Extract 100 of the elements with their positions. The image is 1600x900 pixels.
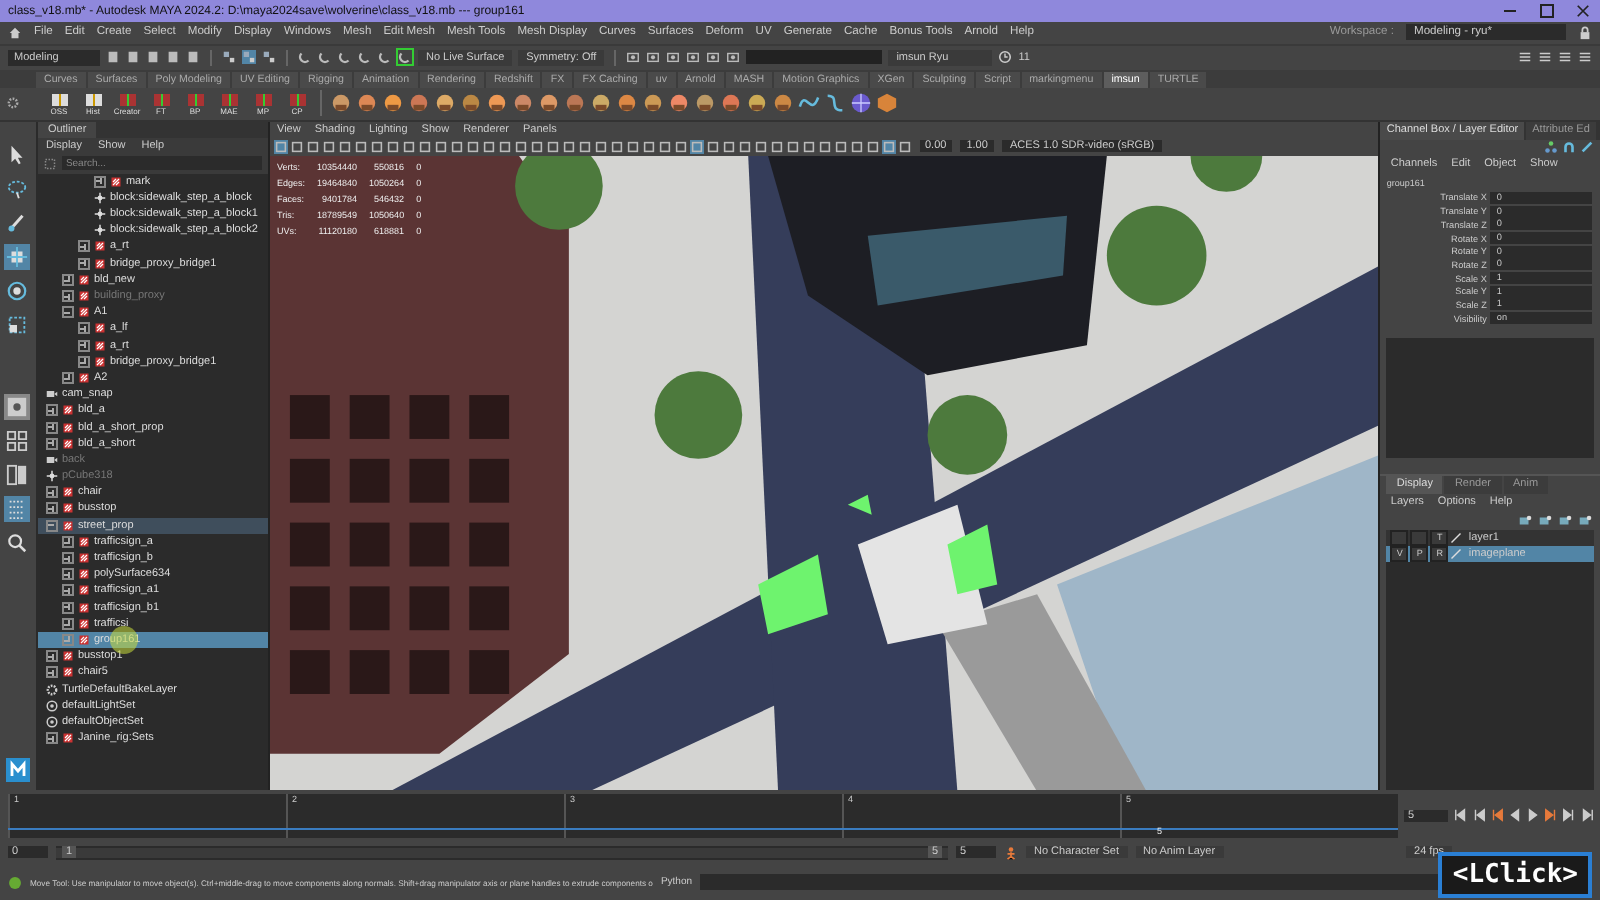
expand-icon[interactable] bbox=[45, 732, 58, 745]
character-icon[interactable] bbox=[1004, 845, 1018, 860]
render-icon[interactable] bbox=[666, 50, 681, 65]
transform-icon bbox=[61, 732, 74, 745]
transform-icon bbox=[61, 519, 74, 532]
selection-mask-icon[interactable] bbox=[222, 50, 236, 65]
lock-icon[interactable] bbox=[1578, 25, 1592, 40]
settings-icon[interactable] bbox=[6, 96, 20, 111]
lasso-tool-icon[interactable] bbox=[4, 175, 31, 202]
mesh-tool-icon[interactable] bbox=[694, 92, 716, 115]
pencil-icon[interactable] bbox=[1580, 140, 1594, 155]
transform-icon bbox=[77, 568, 90, 581]
render-icon[interactable] bbox=[646, 50, 661, 65]
playback-control-icon[interactable] bbox=[1490, 808, 1504, 823]
mesh-tool-icon[interactable] bbox=[512, 92, 534, 115]
transform-icon bbox=[109, 175, 122, 188]
mesh-tool-icon[interactable] bbox=[356, 92, 378, 115]
scale-tool-icon[interactable] bbox=[4, 311, 31, 338]
mesh-tool-icon[interactable] bbox=[460, 92, 482, 115]
sphere-icon[interactable] bbox=[850, 92, 872, 115]
mesh-tool-icon[interactable] bbox=[382, 92, 404, 115]
mesh-tool-icon[interactable] bbox=[564, 92, 586, 115]
collapse-icon[interactable] bbox=[61, 306, 74, 319]
expand-icon[interactable] bbox=[61, 552, 74, 565]
panel-toggle-icon[interactable] bbox=[1578, 50, 1592, 65]
outliner-layout-icon[interactable] bbox=[4, 495, 31, 522]
transform-icon bbox=[77, 601, 90, 614]
search-icon[interactable] bbox=[4, 529, 31, 556]
cube-icon[interactable] bbox=[876, 92, 898, 115]
mesh-tool-icon[interactable] bbox=[486, 92, 508, 115]
transform-icon bbox=[61, 666, 74, 679]
maya-logo-icon[interactable] bbox=[5, 758, 30, 783]
render-icon[interactable] bbox=[626, 50, 641, 65]
layer-tool-icon[interactable] bbox=[1518, 513, 1532, 528]
expand-icon[interactable] bbox=[45, 666, 58, 679]
panel-toggle-icon[interactable] bbox=[1558, 50, 1572, 65]
locator-icon bbox=[93, 191, 106, 204]
move-tool-icon[interactable] bbox=[4, 243, 31, 270]
expand-icon[interactable] bbox=[61, 535, 74, 548]
render-icon[interactable] bbox=[726, 50, 741, 65]
transform-icon bbox=[61, 650, 74, 663]
layer-tool-icon[interactable] bbox=[1558, 513, 1572, 528]
expand-icon[interactable] bbox=[45, 421, 58, 434]
panel-toggle-icon[interactable] bbox=[1538, 50, 1552, 65]
mesh-tool-icon[interactable] bbox=[668, 92, 690, 115]
layer-tool-icon[interactable] bbox=[1578, 513, 1592, 528]
expand-icon[interactable] bbox=[45, 502, 58, 515]
four-pane-layout-icon[interactable] bbox=[4, 427, 31, 454]
playback-control-icon[interactable] bbox=[1580, 808, 1594, 823]
mesh-tool-icon[interactable] bbox=[616, 92, 638, 115]
mesh-tool-icon[interactable] bbox=[590, 92, 612, 115]
hierarchy-icon[interactable] bbox=[1544, 140, 1558, 155]
playback-control-icon[interactable] bbox=[1562, 808, 1576, 823]
mesh-tool-icon[interactable] bbox=[772, 92, 794, 115]
render-icon[interactable] bbox=[706, 50, 721, 65]
mesh-tool-icon[interactable] bbox=[538, 92, 560, 115]
shelf-icon bbox=[151, 91, 171, 108]
expand-icon[interactable] bbox=[93, 175, 106, 188]
playback-control-icon[interactable] bbox=[1472, 808, 1486, 823]
transform-icon bbox=[61, 404, 74, 417]
expand-icon[interactable] bbox=[45, 486, 58, 499]
expand-icon[interactable] bbox=[61, 584, 74, 597]
input-field[interactable] bbox=[746, 50, 883, 65]
transform-icon bbox=[77, 584, 90, 597]
expand-icon[interactable] bbox=[45, 404, 58, 417]
expand-icon[interactable] bbox=[61, 568, 74, 581]
curve-icon[interactable] bbox=[824, 92, 846, 115]
expand-icon[interactable] bbox=[77, 322, 90, 335]
mesh-tool-icon[interactable] bbox=[746, 92, 768, 115]
home-icon[interactable] bbox=[8, 25, 22, 40]
help-icon[interactable] bbox=[8, 875, 22, 890]
expand-icon[interactable] bbox=[61, 601, 74, 614]
panel-toggle-icon[interactable] bbox=[1518, 50, 1532, 65]
single-pane-layout-icon[interactable] bbox=[4, 393, 31, 420]
expand-icon[interactable] bbox=[61, 290, 74, 303]
transform-icon bbox=[61, 437, 74, 450]
selection-mask-icon[interactable] bbox=[262, 50, 276, 65]
expand-icon[interactable] bbox=[61, 273, 74, 286]
expand-icon[interactable] bbox=[45, 437, 58, 450]
mesh-tool-icon[interactable] bbox=[720, 92, 742, 115]
expand-icon[interactable] bbox=[77, 240, 90, 253]
mesh-tool-icon[interactable] bbox=[408, 92, 430, 115]
expand-icon[interactable] bbox=[45, 650, 58, 663]
render-icon[interactable] bbox=[686, 50, 701, 65]
playback-control-icon[interactable] bbox=[1454, 808, 1468, 823]
transform-icon bbox=[93, 355, 106, 368]
rotate-tool-icon[interactable] bbox=[4, 277, 31, 304]
mesh-tool-icon[interactable] bbox=[642, 92, 664, 115]
expand-icon[interactable] bbox=[77, 339, 90, 352]
filter-icon[interactable] bbox=[43, 157, 56, 170]
selection-mask-icon[interactable] bbox=[242, 50, 256, 65]
playback-control-icon[interactable] bbox=[1544, 808, 1558, 823]
expand-icon[interactable] bbox=[77, 257, 90, 270]
layer-tool-icon[interactable] bbox=[1538, 513, 1552, 528]
transform-icon bbox=[93, 240, 106, 253]
mesh-tool-icon[interactable] bbox=[330, 92, 352, 115]
two-pane-layout-icon[interactable] bbox=[4, 461, 31, 488]
transform-icon bbox=[93, 339, 106, 352]
collapse-icon[interactable] bbox=[45, 519, 58, 532]
mesh-tool-icon[interactable] bbox=[434, 92, 456, 115]
